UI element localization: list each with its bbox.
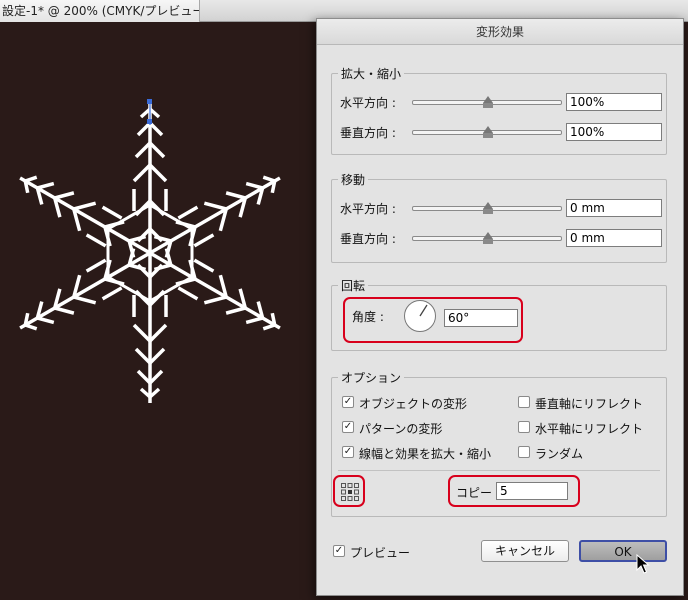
rotate-group-label: 回転: [338, 277, 369, 294]
transform-objects-checkbox[interactable]: ✓: [342, 396, 354, 408]
scale-vertical-slider[interactable]: [412, 126, 562, 138]
reflect-x-checkbox[interactable]: [518, 396, 530, 408]
scale-vertical-label: 垂直方向 :: [340, 126, 396, 140]
rotate-group: 回転 角度 :: [331, 277, 667, 351]
reflect-x-label: 垂直軸にリフレクト: [535, 397, 644, 411]
options-divider: [338, 470, 660, 471]
move-horizontal-row: 水平方向 :: [340, 198, 662, 218]
ok-button[interactable]: OK: [579, 540, 667, 562]
move-vertical-input[interactable]: [566, 229, 662, 247]
scale-vertical-row: 垂直方向 :: [340, 122, 662, 142]
angle-label: 角度 :: [352, 310, 384, 324]
document-tab[interactable]: 設定-1* @ 200% (CMYK/プレビュー): [0, 0, 200, 22]
mouse-cursor-icon: [636, 554, 650, 574]
scale-vertical-slider-thumb[interactable]: [483, 126, 493, 138]
move-group-label: 移動: [338, 171, 369, 188]
dialog-title: 変形効果: [317, 19, 683, 45]
scale-group-label: 拡大・縮小: [338, 65, 405, 82]
copies-label: コピー: [456, 486, 493, 500]
scale-horizontal-input[interactable]: [566, 93, 662, 111]
move-vertical-slider-thumb[interactable]: [483, 232, 493, 244]
snowflake-artwork[interactable]: [10, 93, 290, 413]
reflect-y-label: 水平軸にリフレクト: [535, 422, 644, 436]
angle-dial-needle-icon: [419, 304, 428, 317]
transform-objects-label: オブジェクトの変形: [359, 397, 468, 411]
scale-strokes-label: 線幅と効果を拡大・縮小: [359, 447, 492, 461]
options-group: オプション ✓ オブジェクトの変形 ✓ パターンの変形 ✓ 線幅と効果を拡大・縮…: [331, 369, 667, 517]
scale-horizontal-row: 水平方向 :: [340, 92, 662, 112]
transform-patterns-checkbox[interactable]: ✓: [342, 421, 354, 433]
scale-horizontal-slider-thumb[interactable]: [483, 96, 493, 108]
preview-label: プレビュー: [350, 546, 411, 560]
scale-strokes-checkbox[interactable]: ✓: [342, 446, 354, 458]
move-vertical-label: 垂直方向 :: [340, 232, 396, 246]
move-group: 移動 水平方向 : 垂直方向 :: [331, 171, 667, 263]
copies-input[interactable]: [496, 482, 568, 500]
preview-checkbox[interactable]: ✓: [333, 545, 345, 557]
options-group-label: オプション: [338, 369, 405, 386]
transform-effect-dialog: 変形効果 拡大・縮小 水平方向 : 垂直方向 : 移動 水平方向 :: [316, 18, 684, 596]
reference-point-icon[interactable]: [340, 482, 360, 502]
move-vertical-row: 垂直方向 :: [340, 228, 662, 248]
scale-horizontal-label: 水平方向 :: [340, 96, 396, 110]
random-checkbox[interactable]: [518, 446, 530, 458]
move-horizontal-input[interactable]: [566, 199, 662, 217]
transform-patterns-label: パターンの変形: [359, 422, 443, 436]
scale-vertical-input[interactable]: [566, 123, 662, 141]
random-label: ランダム: [535, 447, 584, 461]
reflect-y-checkbox[interactable]: [518, 421, 530, 433]
move-horizontal-slider-thumb[interactable]: [483, 202, 493, 214]
scale-horizontal-slider[interactable]: [412, 96, 562, 108]
move-vertical-slider[interactable]: [412, 232, 562, 244]
angle-dial[interactable]: [404, 300, 436, 332]
cancel-button[interactable]: キャンセル: [481, 540, 569, 562]
move-horizontal-slider[interactable]: [412, 202, 562, 214]
angle-input[interactable]: [444, 309, 518, 327]
move-horizontal-label: 水平方向 :: [340, 202, 396, 216]
scale-group: 拡大・縮小 水平方向 : 垂直方向 :: [331, 65, 667, 155]
